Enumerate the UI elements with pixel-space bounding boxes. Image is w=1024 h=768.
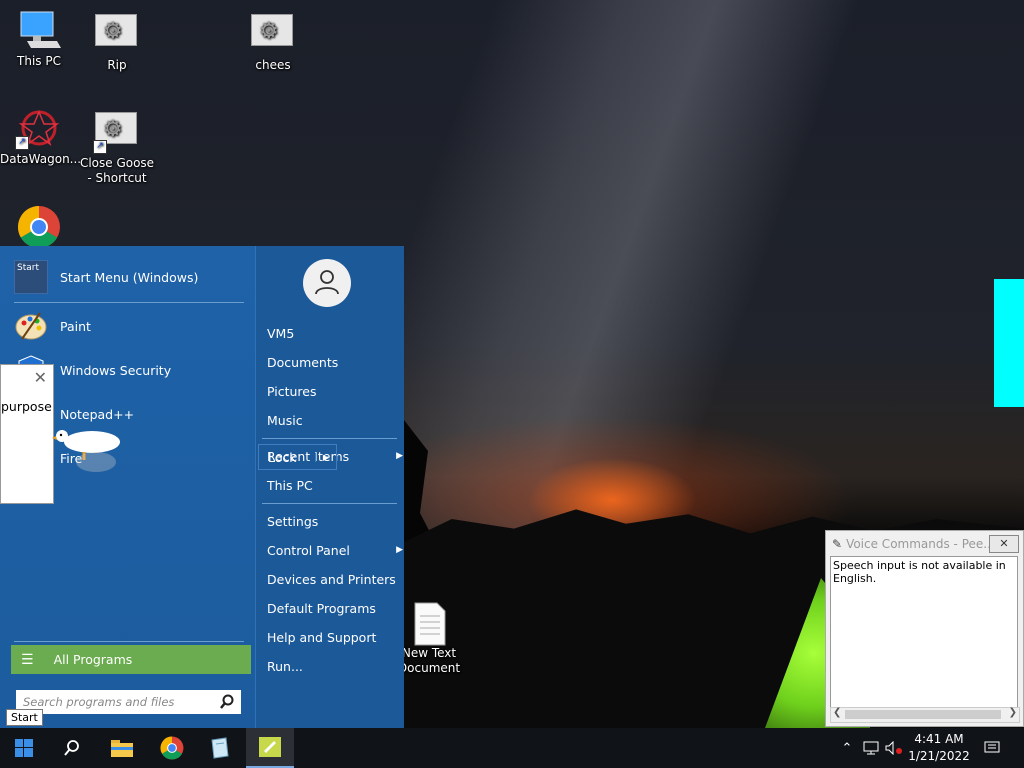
submenu-arrow-icon: ▶ [396, 545, 403, 555]
windows-logo-icon [15, 739, 33, 757]
desktop-icon-label: DataWagon... [0, 152, 82, 166]
close-icon[interactable]: ✕ [34, 368, 47, 387]
start-item-label: Paint [60, 318, 91, 334]
volume-muted-icon[interactable] [884, 728, 904, 768]
submenu-arrow-icon: ▶ [396, 451, 403, 461]
start-right-control-panel[interactable]: Control Panel ▶ [267, 543, 403, 558]
search-placeholder: Search programs and files [23, 695, 175, 709]
chrome-icon [160, 736, 184, 760]
voice-commands-window: ✎ Voice Commands - Pee... ✕ Speech input… [825, 530, 1024, 727]
all-programs-label: All Programs [53, 652, 133, 667]
start-button[interactable] [0, 728, 48, 768]
search-icon [220, 694, 234, 709]
start-search-box[interactable]: Search programs and files [16, 690, 241, 714]
shortcut-arrow-icon: ↗ [93, 140, 107, 154]
all-programs-button[interactable]: ☰ All Programs [11, 645, 251, 674]
desktop-icon-chees[interactable]: ⚙ chees [234, 10, 312, 73]
close-button[interactable]: ✕ [989, 535, 1019, 553]
desktop-icon-label: This PC [17, 54, 61, 68]
start-menu: Start Start Menu (Windows) Paint Windows… [0, 246, 404, 728]
taskbar-chrome[interactable] [148, 728, 196, 768]
goose-sprite [52, 430, 120, 472]
scroll-left-icon[interactable]: ❮ [833, 707, 841, 718]
taskbar-clock[interactable]: 4:41 AM 1/21/2022 [903, 731, 975, 765]
voice-commands-message: Speech input is not available in English… [833, 559, 1006, 585]
desktop-icon-close-goose[interactable]: ⚙ ↗ Close Goose - Shortcut [78, 108, 156, 186]
paint-palette-icon [14, 309, 48, 343]
gear-window-icon: ⚙ [251, 14, 295, 54]
lock-button[interactable]: Lock ▶ [258, 444, 337, 470]
desktop-icon-rip[interactable]: ⚙ Rip [78, 10, 156, 73]
desktop-icon-this-pc[interactable]: This PC [0, 10, 78, 69]
start-menu-places-column: VM5 Documents Pictures Music Recent Item… [255, 246, 404, 728]
horizontal-scrollbar[interactable]: ❮ ❯ [830, 707, 1020, 723]
partial-popup-window: ✕ purpose [0, 364, 54, 504]
gear-window-icon: ⚙ [95, 14, 139, 54]
cyan-edge-panel [994, 279, 1024, 407]
pencil-icon: ✎ [832, 536, 843, 551]
taskbar: ⌃ 4:41 AM 1/21/2022 [0, 728, 1024, 768]
folder-icon [111, 740, 133, 757]
start-menu-app-icon-text: Start [17, 263, 39, 273]
monitor-icon [17, 10, 61, 50]
clock-date: 1/21/2022 [908, 749, 970, 763]
start-right-settings[interactable]: Settings [267, 514, 318, 529]
user-avatar[interactable] [303, 259, 351, 307]
user-icon [315, 270, 339, 295]
clock-time: 4:41 AM [914, 732, 964, 746]
start-right-label: Control Panel [267, 543, 350, 558]
network-icon[interactable] [860, 728, 882, 768]
scroll-right-icon[interactable]: ❯ [1009, 707, 1017, 718]
chrome-icon [17, 205, 61, 249]
pinned-divider [14, 302, 244, 303]
text-document-icon [407, 602, 451, 646]
start-item-label: Windows Security [60, 362, 172, 378]
start-right-documents[interactable]: Documents [267, 355, 338, 370]
popup-text: purpose [1, 399, 52, 414]
start-right-user[interactable]: VM5 [267, 326, 294, 341]
start-item-label: Start Menu (Windows) [60, 269, 199, 285]
list-icon: ☰ [21, 651, 34, 668]
notebook-icon [211, 737, 229, 759]
desktop-icon-datawagon[interactable]: ↗ DataWagon... [0, 108, 82, 167]
datawagon-icon: ↗ [15, 108, 61, 150]
places-divider [262, 438, 397, 439]
desktop-icon-label: Rip [107, 58, 127, 72]
scrollbar-thumb[interactable] [845, 710, 1001, 719]
shortcut-arrow-icon: ↗ [15, 136, 29, 150]
voice-commands-title: Voice Commands - Pee... [846, 536, 995, 551]
start-right-help-and-support[interactable]: Help and Support [267, 630, 376, 645]
desktop-icon-label: chees [255, 58, 291, 72]
lock-label: Lock [268, 449, 297, 465]
all-programs-divider [14, 641, 244, 642]
close-icon: ✕ [999, 537, 1009, 550]
start-item-label: Notepad++ [60, 406, 135, 422]
notifications-icon[interactable] [980, 728, 1004, 768]
places-divider [262, 503, 397, 504]
start-right-default-programs[interactable]: Default Programs [267, 601, 376, 616]
start-right-this-pc[interactable]: This PC [267, 478, 313, 493]
voice-commands-content: Speech input is not available in English… [830, 556, 1018, 708]
start-item-start-menu-windows[interactable]: Start Start Menu (Windows) [14, 257, 198, 297]
desktop-icon-chrome[interactable] [0, 205, 78, 249]
taskbar-search-button[interactable] [48, 728, 96, 768]
start-right-pictures[interactable]: Pictures [267, 384, 317, 399]
green-app-icon [259, 737, 281, 757]
taskbar-file-explorer[interactable] [98, 728, 146, 768]
start-item-paint[interactable]: Paint [14, 306, 91, 346]
start-tooltip: Start [6, 709, 43, 726]
taskbar-app-notebook[interactable] [196, 728, 244, 768]
start-menu-app-icon: Start [14, 260, 48, 294]
search-icon [64, 740, 79, 756]
start-right-devices-and-printers[interactable]: Devices and Printers [267, 572, 396, 587]
desktop-icon-label: Close Goose - Shortcut [79, 156, 155, 185]
tray-expand-icon[interactable]: ⌃ [838, 728, 856, 768]
lock-options-arrow-icon[interactable]: ▶ [315, 452, 336, 462]
start-right-run[interactable]: Run... [267, 659, 303, 674]
gear-window-icon: ⚙ ↗ [93, 112, 139, 154]
taskbar-app-active[interactable] [246, 728, 294, 768]
start-right-music[interactable]: Music [267, 413, 303, 428]
